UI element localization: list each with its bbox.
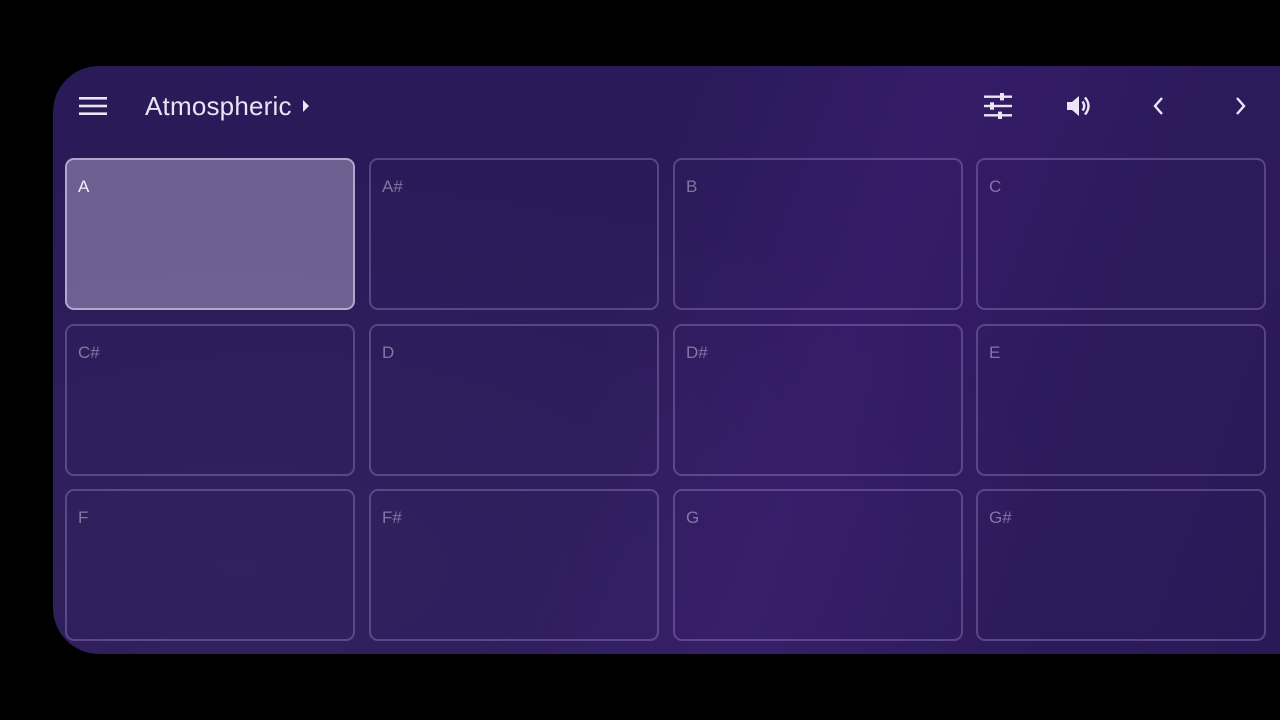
pad-label: B <box>686 177 698 196</box>
next-button[interactable] <box>1216 82 1264 130</box>
pad-label: F# <box>382 508 402 527</box>
pad-label: E <box>989 343 1001 362</box>
volume-icon <box>1067 96 1090 116</box>
pad-label: F <box>78 508 89 527</box>
preset-selector[interactable]: Atmospheric <box>145 84 310 128</box>
pad-c[interactable]: C <box>976 158 1266 310</box>
preset-title: Atmospheric <box>145 90 292 121</box>
pad-c-sharp[interactable]: C# <box>65 324 355 476</box>
pad-a[interactable]: A <box>65 158 355 310</box>
pad-d-sharp[interactable]: D# <box>673 324 963 476</box>
pad-g[interactable]: G <box>673 489 963 641</box>
pad-f[interactable]: F <box>65 489 355 641</box>
pad-e[interactable]: E <box>976 324 1266 476</box>
caret-right-icon <box>302 99 310 113</box>
pad-label: C# <box>78 343 100 362</box>
pad-f-sharp[interactable]: F# <box>369 489 659 641</box>
pad-d[interactable]: D <box>369 324 659 476</box>
pad-g-sharp[interactable]: G# <box>976 489 1266 641</box>
chevron-left-icon <box>1153 97 1163 115</box>
tune-icon <box>984 93 1012 119</box>
menu-button[interactable] <box>69 82 117 130</box>
pad-label: A# <box>382 177 403 196</box>
pad-label: D# <box>686 343 708 362</box>
previous-button[interactable] <box>1135 82 1183 130</box>
pad-label: G# <box>989 508 1012 527</box>
pad-b[interactable]: B <box>673 158 963 310</box>
volume-button[interactable] <box>1055 82 1103 130</box>
pad-a-sharp[interactable]: A# <box>369 158 659 310</box>
pad-label: G <box>686 508 700 527</box>
top-app-bar: Atmospheric <box>53 66 1280 146</box>
pad-label: C <box>989 177 1002 196</box>
app-screen: Atmospheric A A# B C C# D D# E F F# G G# <box>53 66 1280 654</box>
tune-button[interactable] <box>974 82 1022 130</box>
pad-label: A <box>78 177 90 196</box>
chevron-right-icon <box>1236 97 1246 115</box>
pad-label: D <box>382 343 395 362</box>
menu-icon <box>79 97 107 115</box>
